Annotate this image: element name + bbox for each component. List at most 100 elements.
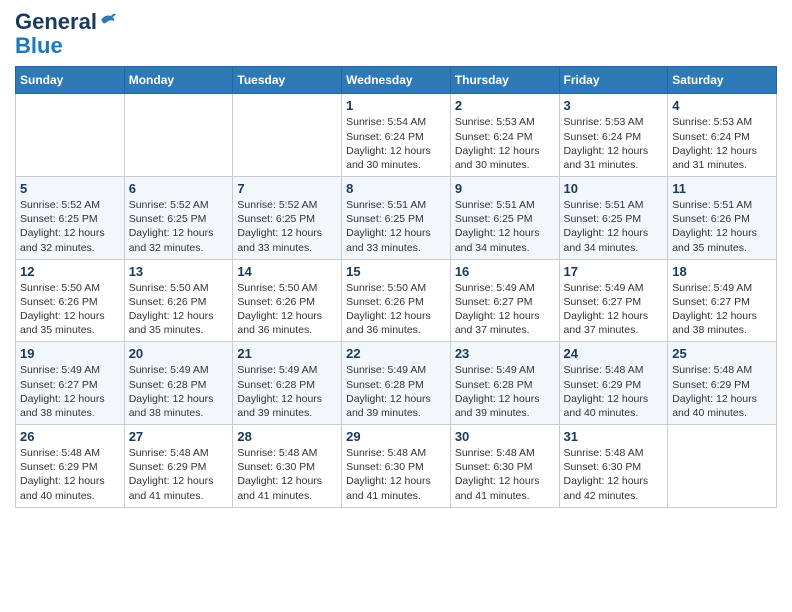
day-info: Sunrise: 5:52 AM Sunset: 6:25 PM Dayligh…: [237, 198, 337, 255]
day-number: 27: [129, 429, 229, 444]
day-header-friday: Friday: [559, 67, 668, 94]
day-number: 4: [672, 98, 772, 113]
day-number: 20: [129, 346, 229, 361]
calendar-cell: 3 Sunrise: 5:53 AM Sunset: 6:24 PM Daylig…: [559, 94, 668, 177]
calendar-cell: [16, 94, 125, 177]
calendar-week-5: 26 Sunrise: 5:48 AM Sunset: 6:29 PM Dayli…: [16, 425, 777, 508]
day-number: 30: [455, 429, 555, 444]
day-info: Sunrise: 5:48 AM Sunset: 6:29 PM Dayligh…: [564, 363, 664, 420]
calendar-cell: 8Sunrise: 5:51 AM Sunset: 6:25 PM Daylig…: [342, 177, 451, 260]
calendar-header-row: SundayMondayTuesdayWednesdayThursdayFrid…: [16, 67, 777, 94]
calendar-cell: 28 Sunrise: 5:48 AM Sunset: 6:30 PM Dayli…: [233, 425, 342, 508]
day-number: 7: [237, 181, 337, 196]
calendar-cell: 15Sunrise: 5:50 AM Sunset: 6:26 PM Dayli…: [342, 259, 451, 342]
calendar-cell: [668, 425, 777, 508]
calendar-cell: 26 Sunrise: 5:48 AM Sunset: 6:29 PM Dayli…: [16, 425, 125, 508]
day-info: Sunrise: 5:49 AM Sunset: 6:28 PM Dayligh…: [129, 363, 229, 420]
calendar-cell: 23 Sunrise: 5:49 AM Sunset: 6:28 PM Dayli…: [450, 342, 559, 425]
day-number: 22: [346, 346, 446, 361]
day-info: Sunrise: 5:53 AM Sunset: 6:24 PM Dayligh…: [564, 115, 664, 172]
day-info: Sunrise: 5:48 AM Sunset: 6:29 PM Dayligh…: [129, 446, 229, 503]
calendar-cell: 6 Sunrise: 5:52 AM Sunset: 6:25 PM Daylig…: [124, 177, 233, 260]
day-info: Sunrise: 5:54 AM Sunset: 6:24 PM Dayligh…: [346, 115, 446, 172]
calendar-cell: 29 Sunrise: 5:48 AM Sunset: 6:30 PM Dayli…: [342, 425, 451, 508]
calendar-cell: 22Sunrise: 5:49 AM Sunset: 6:28 PM Dayli…: [342, 342, 451, 425]
header: General Blue: [15, 10, 777, 58]
day-info: Sunrise: 5:49 AM Sunset: 6:27 PM Dayligh…: [672, 281, 772, 338]
calendar-cell: 5 Sunrise: 5:52 AM Sunset: 6:25 PM Daylig…: [16, 177, 125, 260]
day-info: Sunrise: 5:48 AM Sunset: 6:30 PM Dayligh…: [237, 446, 337, 503]
calendar-cell: 16Sunrise: 5:49 AM Sunset: 6:27 PM Dayli…: [450, 259, 559, 342]
day-info: Sunrise: 5:50 AM Sunset: 6:26 PM Dayligh…: [129, 281, 229, 338]
day-number: 12: [20, 264, 120, 279]
calendar-week-3: 12 Sunrise: 5:50 AM Sunset: 6:26 PM Dayli…: [16, 259, 777, 342]
day-info: Sunrise: 5:48 AM Sunset: 6:29 PM Dayligh…: [20, 446, 120, 503]
calendar-cell: 14 Sunrise: 5:50 AM Sunset: 6:26 PM Dayli…: [233, 259, 342, 342]
day-info: Sunrise: 5:51 AM Sunset: 6:26 PM Dayligh…: [672, 198, 772, 255]
calendar-week-4: 19 Sunrise: 5:49 AM Sunset: 6:27 PM Dayli…: [16, 342, 777, 425]
day-number: 14: [237, 264, 337, 279]
day-info: Sunrise: 5:53 AM Sunset: 6:24 PM Dayligh…: [672, 115, 772, 172]
calendar-cell: 21Sunrise: 5:49 AM Sunset: 6:28 PM Dayli…: [233, 342, 342, 425]
day-info: Sunrise: 5:52 AM Sunset: 6:25 PM Dayligh…: [20, 198, 120, 255]
day-number: 17: [564, 264, 664, 279]
day-header-saturday: Saturday: [668, 67, 777, 94]
day-number: 24: [564, 346, 664, 361]
day-info: Sunrise: 5:50 AM Sunset: 6:26 PM Dayligh…: [237, 281, 337, 338]
day-number: 13: [129, 264, 229, 279]
day-info: Sunrise: 5:51 AM Sunset: 6:25 PM Dayligh…: [564, 198, 664, 255]
calendar-cell: 17 Sunrise: 5:49 AM Sunset: 6:27 PM Dayli…: [559, 259, 668, 342]
calendar-cell: 7 Sunrise: 5:52 AM Sunset: 6:25 PM Daylig…: [233, 177, 342, 260]
calendar-cell: 13 Sunrise: 5:50 AM Sunset: 6:26 PM Dayli…: [124, 259, 233, 342]
day-info: Sunrise: 5:49 AM Sunset: 6:27 PM Dayligh…: [564, 281, 664, 338]
day-header-tuesday: Tuesday: [233, 67, 342, 94]
day-number: 23: [455, 346, 555, 361]
day-number: 16: [455, 264, 555, 279]
calendar-cell: [124, 94, 233, 177]
day-number: 29: [346, 429, 446, 444]
day-header-wednesday: Wednesday: [342, 67, 451, 94]
day-header-thursday: Thursday: [450, 67, 559, 94]
calendar-cell: 12 Sunrise: 5:50 AM Sunset: 6:26 PM Dayli…: [16, 259, 125, 342]
day-number: 28: [237, 429, 337, 444]
day-info: Sunrise: 5:50 AM Sunset: 6:26 PM Dayligh…: [20, 281, 120, 338]
calendar-cell: 18 Sunrise: 5:49 AM Sunset: 6:27 PM Dayli…: [668, 259, 777, 342]
day-number: 31: [564, 429, 664, 444]
day-info: Sunrise: 5:52 AM Sunset: 6:25 PM Dayligh…: [129, 198, 229, 255]
day-info: Sunrise: 5:53 AM Sunset: 6:24 PM Dayligh…: [455, 115, 555, 172]
calendar-cell: 27 Sunrise: 5:48 AM Sunset: 6:29 PM Dayli…: [124, 425, 233, 508]
day-number: 25: [672, 346, 772, 361]
day-header-sunday: Sunday: [16, 67, 125, 94]
logo-text: General Blue: [15, 9, 97, 58]
calendar-cell: 1 Sunrise: 5:54 AM Sunset: 6:24 PM Daylig…: [342, 94, 451, 177]
day-info: Sunrise: 5:48 AM Sunset: 6:30 PM Dayligh…: [455, 446, 555, 503]
day-number: 5: [20, 181, 120, 196]
day-header-monday: Monday: [124, 67, 233, 94]
calendar-week-1: 1 Sunrise: 5:54 AM Sunset: 6:24 PM Daylig…: [16, 94, 777, 177]
day-info: Sunrise: 5:48 AM Sunset: 6:29 PM Dayligh…: [672, 363, 772, 420]
day-info: Sunrise: 5:48 AM Sunset: 6:30 PM Dayligh…: [564, 446, 664, 503]
day-number: 21: [237, 346, 337, 361]
calendar-cell: 4 Sunrise: 5:53 AM Sunset: 6:24 PM Daylig…: [668, 94, 777, 177]
day-info: Sunrise: 5:51 AM Sunset: 6:25 PM Dayligh…: [455, 198, 555, 255]
day-number: 1: [346, 98, 446, 113]
day-info: Sunrise: 5:50 AM Sunset: 6:26 PM Dayligh…: [346, 281, 446, 338]
day-info: Sunrise: 5:48 AM Sunset: 6:30 PM Dayligh…: [346, 446, 446, 503]
day-number: 18: [672, 264, 772, 279]
day-number: 3: [564, 98, 664, 113]
day-number: 10: [564, 181, 664, 196]
calendar-cell: 31 Sunrise: 5:48 AM Sunset: 6:30 PM Dayli…: [559, 425, 668, 508]
day-number: 26: [20, 429, 120, 444]
bird-icon: [99, 12, 117, 28]
calendar-week-2: 5 Sunrise: 5:52 AM Sunset: 6:25 PM Daylig…: [16, 177, 777, 260]
day-number: 11: [672, 181, 772, 196]
day-number: 19: [20, 346, 120, 361]
calendar-cell: 20 Sunrise: 5:49 AM Sunset: 6:28 PM Dayli…: [124, 342, 233, 425]
calendar-cell: 9Sunrise: 5:51 AM Sunset: 6:25 PM Daylig…: [450, 177, 559, 260]
logo-blue: Blue: [15, 33, 63, 58]
day-number: 2: [455, 98, 555, 113]
calendar-cell: 30 Sunrise: 5:48 AM Sunset: 6:30 PM Dayli…: [450, 425, 559, 508]
day-info: Sunrise: 5:49 AM Sunset: 6:27 PM Dayligh…: [20, 363, 120, 420]
day-number: 6: [129, 181, 229, 196]
day-info: Sunrise: 5:49 AM Sunset: 6:28 PM Dayligh…: [455, 363, 555, 420]
